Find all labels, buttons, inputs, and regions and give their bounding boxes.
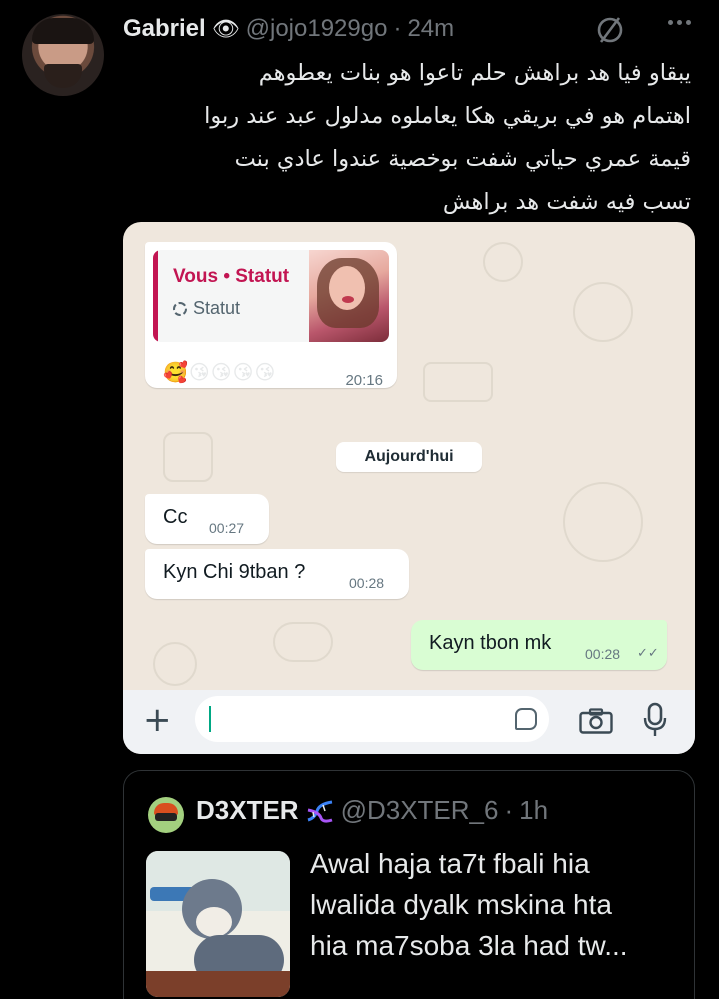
- message-text: Kyn Chi 9tban ?: [163, 561, 306, 583]
- quote-media-thumbnail[interactable]: [146, 851, 290, 997]
- tweet-text: يبقاو فيا هد براهش حلم تاعوا هو بنات يعط…: [204, 60, 691, 215]
- separator-dot: ·: [504, 795, 514, 825]
- status-quote-subtitle: Statut: [173, 298, 240, 319]
- tweet-header: Gabriel 👁 @jojo1929go · 24m: [123, 12, 454, 46]
- message-time: 00:27: [209, 520, 245, 536]
- plus-icon[interactable]: +: [143, 700, 172, 740]
- thumbnail-face: [329, 266, 365, 310]
- message-text: Cc: [163, 506, 188, 528]
- status-quote-title: Vous • Statut: [173, 266, 290, 287]
- status-thumbnail[interactable]: [309, 250, 389, 342]
- message-time: 20:16: [345, 372, 383, 389]
- status-ring-icon: [173, 301, 187, 316]
- more-icon[interactable]: [668, 20, 691, 25]
- message-time: 00:28: [585, 646, 621, 662]
- thumbnail-floor: [146, 971, 290, 997]
- wallpaper-doodle: [273, 622, 333, 662]
- quote-time[interactable]: 1h: [519, 795, 548, 826]
- thumbnail-lips: [342, 296, 354, 303]
- outgoing-message[interactable]: Kayn tbon mk 00:28 ✓✓: [411, 620, 667, 670]
- author-name[interactable]: Gabriel: [123, 15, 206, 43]
- wallpaper-doodle: [153, 642, 197, 686]
- message-input[interactable]: [195, 696, 549, 742]
- quote-author-handle[interactable]: @D3XTER_6: [341, 795, 499, 826]
- quoted-tweet[interactable]: D3XTER @D3XTER_6 · 1h Awal haja ta7t fba…: [123, 770, 695, 999]
- wallpaper-doodle: [163, 432, 213, 482]
- sticker-icon[interactable]: [515, 708, 537, 730]
- reply-emojis: 🥰😘😘😘😘: [163, 360, 277, 384]
- quote-avatar-goggles: [155, 813, 177, 821]
- thumbnail-cat-muzzle: [196, 907, 232, 937]
- tweet-time[interactable]: 24m: [407, 15, 454, 43]
- quote-author-avatar[interactable]: [148, 797, 184, 833]
- camera-icon[interactable]: [579, 708, 613, 734]
- avatar-beard: [44, 64, 82, 88]
- quote-author-name[interactable]: D3XTER: [196, 795, 299, 826]
- wallpaper-doodle: [573, 282, 633, 342]
- text-caret: [209, 706, 211, 732]
- mic-icon[interactable]: [643, 702, 667, 738]
- wallpaper-doodle: [423, 362, 493, 402]
- dna-icon: [307, 800, 333, 823]
- incoming-message[interactable]: Kyn Chi 9tban ? 00:28: [145, 549, 409, 599]
- quote-accent-bar: [153, 250, 158, 342]
- quote-header: D3XTER @D3XTER_6 · 1h: [196, 795, 548, 826]
- double-check-icon: ✓✓: [637, 646, 659, 661]
- chat-screenshot[interactable]: Vous • Statut Statut 🥰😘😘😘😘 20:16 Aujourd…: [123, 222, 695, 754]
- message-time: 00:28: [349, 575, 385, 591]
- quote-text: Awal haja ta7t fbali hia lwalida dyalk m…: [310, 848, 628, 961]
- status-reply-bubble[interactable]: Vous • Statut Statut 🥰😘😘😘😘 20:16: [145, 242, 397, 389]
- date-divider: Aujourd'hui: [336, 442, 482, 472]
- message-composer: +: [123, 690, 695, 754]
- avatar-hair: [32, 18, 94, 44]
- separator-dot: ·: [393, 15, 402, 42]
- incoming-message[interactable]: Cc 00:27: [145, 494, 269, 544]
- status-quote[interactable]: Vous • Statut Statut: [153, 250, 389, 342]
- author-handle[interactable]: @jojo1929go: [246, 15, 388, 43]
- status-label: Statut: [193, 298, 241, 318]
- message-text: Kayn tbon mk: [429, 632, 552, 654]
- eye-emoji: 👁: [211, 16, 240, 42]
- author-avatar[interactable]: [22, 14, 104, 96]
- wallpaper-doodle: [483, 242, 523, 282]
- wallpaper-doodle: [563, 482, 643, 562]
- grok-icon[interactable]: [594, 14, 626, 46]
